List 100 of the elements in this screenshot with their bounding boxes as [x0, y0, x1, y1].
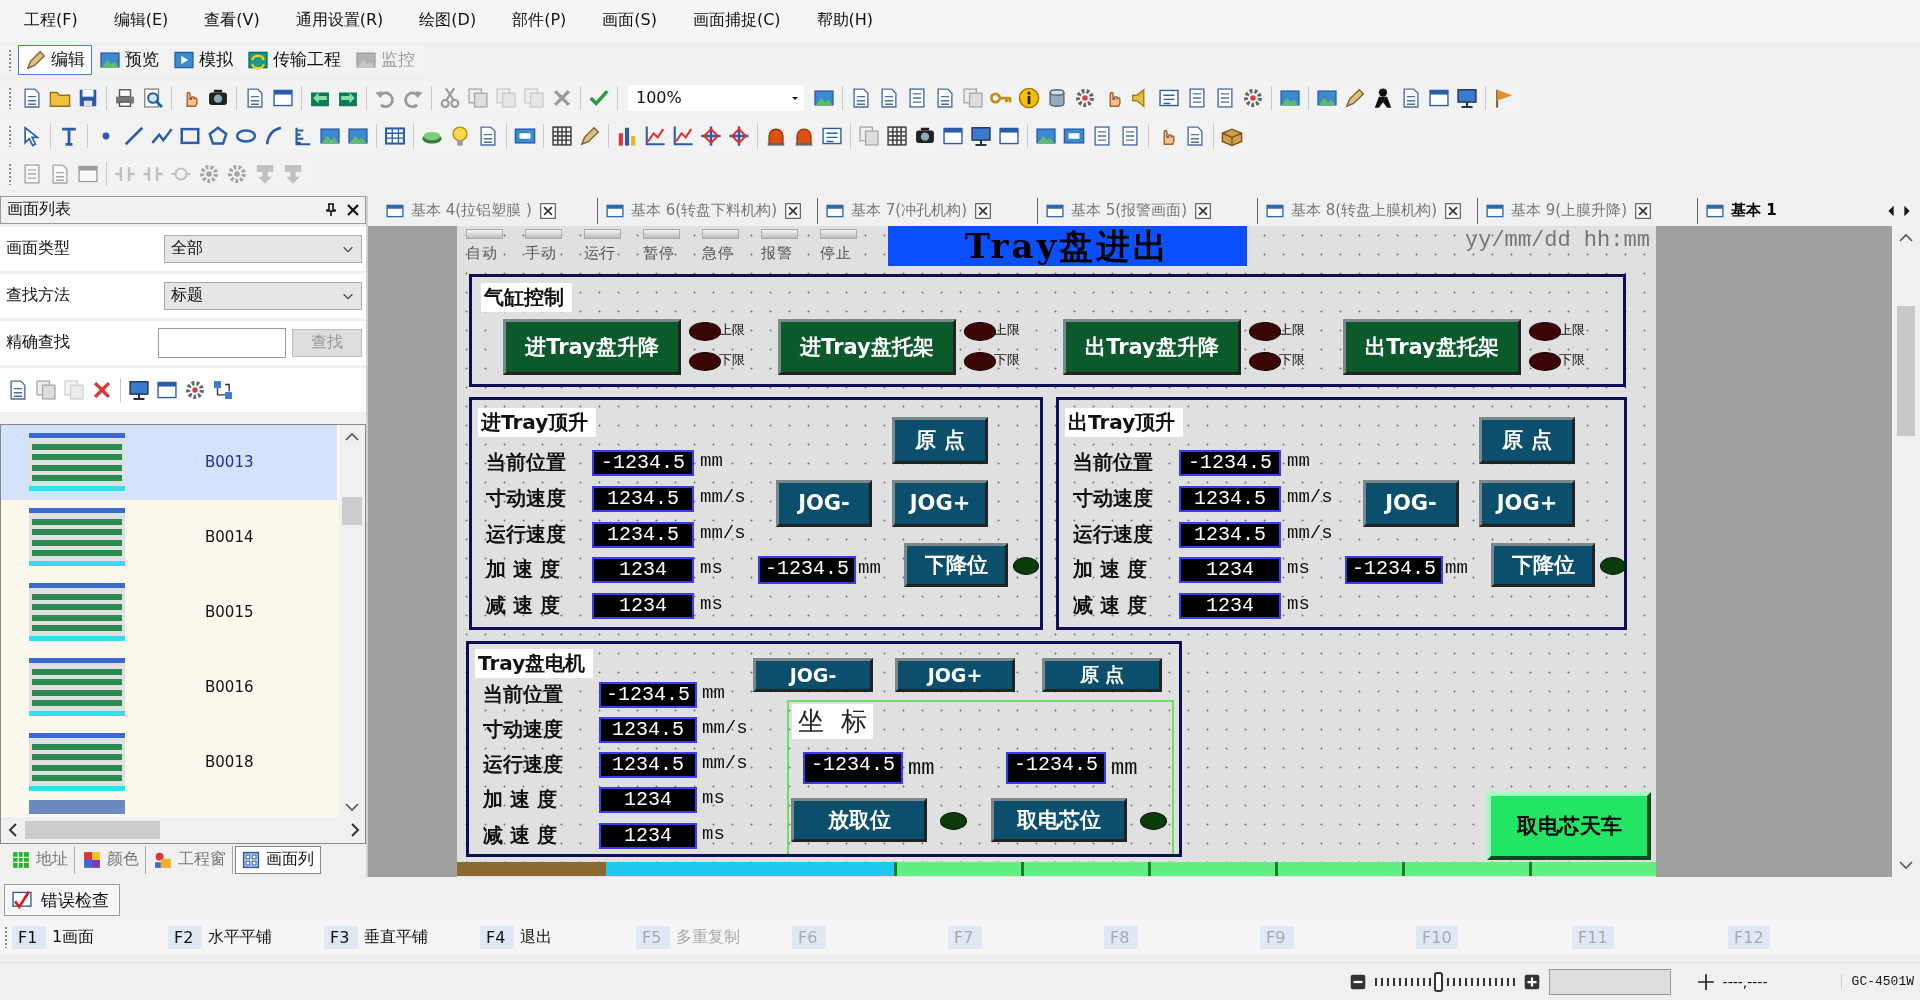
crosshair-icon[interactable] — [700, 124, 722, 147]
document-icon[interactable] — [477, 124, 499, 147]
menu-item[interactable]: 画面捕捉(C) — [676, 10, 797, 32]
slider-thumb[interactable] — [1433, 971, 1443, 992]
mode-button[interactable]: 编辑 — [18, 44, 92, 75]
lower-position-button[interactable]: 下降位 — [1491, 542, 1595, 587]
network-icon[interactable] — [212, 378, 234, 401]
list-icon[interactable] — [1091, 124, 1113, 147]
scrollbar[interactable] — [1, 816, 365, 843]
pencil-icon[interactable] — [1344, 86, 1366, 109]
position-button[interactable]: 取电芯位 — [991, 797, 1127, 842]
close-icon[interactable] — [1194, 201, 1212, 220]
document-tab[interactable]: 基本 8(转盘上膜机构) — [1258, 197, 1478, 224]
monitor-icon[interactable] — [128, 378, 150, 401]
mode-button[interactable]: 模拟 — [166, 44, 240, 75]
document-tab[interactable]: 基本 1 — [1698, 197, 1785, 224]
function-key-button[interactable]: F3 垂直平铺 — [324, 925, 480, 949]
zoom-out-icon[interactable] — [1348, 972, 1367, 991]
list-icon[interactable] — [1214, 86, 1236, 109]
close-icon[interactable] — [1634, 201, 1652, 220]
list-icon[interactable] — [1186, 86, 1208, 109]
cylinder-button[interactable]: 出Tray盘升降 — [1063, 318, 1241, 375]
jog-button[interactable]: JOG+ — [1479, 479, 1575, 527]
panel-tab[interactable]: 画面列 — [235, 845, 321, 874]
home-button[interactable]: 原 点 — [1479, 416, 1575, 464]
cylinder-button[interactable]: 进Tray盘升降 — [503, 318, 681, 375]
menu-item[interactable]: 部件(P) — [496, 10, 583, 32]
jog-button[interactable]: JOG+ — [892, 479, 988, 527]
grid-icon[interactable] — [886, 124, 908, 147]
screen-list-item[interactable]: B0013 — [1, 424, 337, 500]
jog-button[interactable]: JOG+ — [895, 657, 1015, 692]
menu-item[interactable]: 绘图(D) — [403, 10, 493, 32]
crosshair-icon[interactable] — [728, 124, 750, 147]
home-button[interactable]: 原 点 — [1042, 657, 1162, 692]
position-button[interactable]: 放取位 — [791, 797, 927, 842]
lower-position-button[interactable]: 下降位 — [904, 542, 1008, 587]
monitor-icon[interactable] — [970, 124, 992, 147]
document-icon[interactable] — [244, 86, 266, 109]
menu-item[interactable]: 帮助(H) — [800, 10, 890, 32]
function-key-button[interactable]: F1 1画面 — [12, 925, 168, 949]
cylinder-button[interactable]: 进Tray盘托架 — [778, 318, 956, 375]
magnifier-icon[interactable] — [142, 86, 164, 109]
scroll-thumb[interactable] — [25, 820, 160, 839]
jog-button[interactable]: JOG- — [1363, 479, 1459, 527]
table-icon[interactable] — [384, 124, 406, 147]
home-button[interactable]: 原 点 — [892, 416, 988, 464]
dropdown[interactable]: 全部 — [164, 234, 362, 263]
zoom-dropdown[interactable]: 100% — [628, 84, 804, 111]
figure-icon[interactable] — [1372, 86, 1394, 109]
line-icon[interactable] — [123, 124, 145, 147]
crane-button[interactable]: 取电芯天车 — [1487, 791, 1651, 860]
document-tab[interactable]: 基本 4(拉铝塑膜 ) — [378, 197, 598, 224]
grid-icon[interactable] — [551, 124, 573, 147]
function-key-button[interactable]: F2 水平平铺 — [168, 925, 324, 949]
function-key-button[interactable]: F4 退出 — [480, 925, 636, 949]
list-icon[interactable] — [1119, 124, 1141, 147]
document-tab[interactable]: 基本 6(转盘下料机构) — [598, 197, 818, 224]
scroll-thumb[interactable] — [1897, 305, 1915, 436]
dropdown[interactable]: 标题 — [164, 281, 362, 310]
document-icon[interactable] — [934, 86, 956, 109]
search-field[interactable] — [158, 327, 287, 358]
document-tab[interactable]: 基本 5(报警画面) — [1038, 197, 1258, 224]
pencil-icon[interactable] — [579, 124, 601, 147]
printer-icon[interactable] — [114, 86, 136, 109]
close-icon[interactable] — [345, 201, 361, 218]
gear-icon[interactable] — [184, 378, 206, 401]
panel-tab[interactable]: 颜色 — [77, 845, 146, 874]
gear-icon[interactable] — [1074, 86, 1096, 109]
document-icon[interactable] — [7, 378, 29, 401]
document-icon[interactable] — [21, 86, 43, 109]
menu-item[interactable]: 工程(F) — [8, 10, 94, 32]
database-icon[interactable] — [1046, 86, 1068, 109]
mode-button[interactable]: 预览 — [92, 44, 166, 75]
document-tab[interactable]: 基本 9(上膜升降) — [1478, 197, 1698, 224]
pin-icon[interactable] — [323, 201, 339, 218]
mode-button[interactable]: 传输工程 — [240, 44, 348, 75]
line-chart-icon[interactable] — [672, 124, 694, 147]
close-icon[interactable] — [974, 201, 992, 220]
close-icon[interactable] — [784, 201, 802, 220]
menu-item[interactable]: 画面(S) — [586, 10, 673, 32]
document-icon[interactable] — [1400, 86, 1422, 109]
monitor-icon[interactable] — [1456, 86, 1478, 109]
panel-tab[interactable]: 地址 — [6, 845, 75, 874]
zoom-slider[interactable] — [1374, 970, 1515, 993]
line-chart-icon[interactable] — [644, 124, 666, 147]
panel-tab[interactable]: 工程窗 — [148, 845, 233, 874]
zoom-in-icon[interactable] — [1522, 972, 1541, 991]
menu-item[interactable]: 编辑(E) — [97, 10, 185, 32]
scrollbar[interactable] — [339, 424, 365, 819]
menu-item[interactable]: 查看(V) — [188, 10, 276, 32]
scroll-thumb[interactable] — [342, 496, 362, 525]
document-tab[interactable]: 基本 7(冲孔机构) — [818, 197, 1038, 224]
gear-icon[interactable] — [1242, 86, 1264, 109]
menu-item[interactable]: 通用设置(R) — [279, 10, 400, 32]
document-icon[interactable] — [1184, 124, 1206, 147]
error-check-tab[interactable]: 错误检查 — [4, 884, 120, 917]
cylinder-button[interactable]: 出Tray盘托架 — [1343, 318, 1521, 375]
close-icon[interactable] — [1444, 201, 1462, 220]
pentagon-icon[interactable] — [207, 124, 229, 147]
document-icon[interactable] — [850, 86, 872, 109]
